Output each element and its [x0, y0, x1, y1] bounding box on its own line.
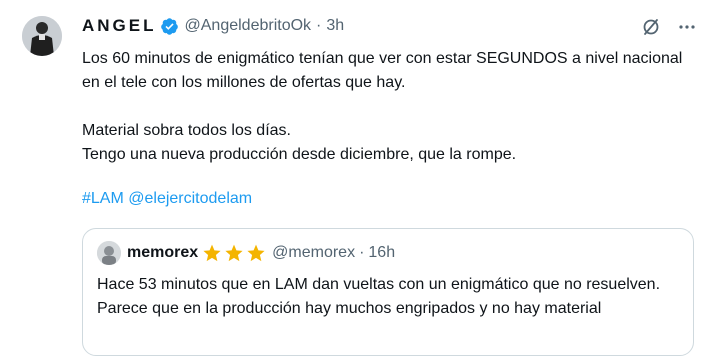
star-icon: [225, 244, 243, 262]
tweet-tags: #LAM @elejercitodelam: [82, 187, 252, 211]
tweet[interactable]: ANGEL @AngeldebritoOk · 3h Los 60 minuto…: [0, 0, 720, 363]
quoted-tweet-text: Hace 53 minutos que en LAM dan vueltas c…: [97, 273, 681, 321]
tweet-header: ANGEL @AngeldebritoOk · 3h: [82, 14, 344, 38]
hashtag-link[interactable]: #LAM: [82, 190, 124, 207]
verified-badge-icon: [160, 17, 178, 35]
grok-icon[interactable]: [640, 16, 662, 38]
quoted-paragraph: Hace 53 minutos que en LAM dan vueltas c…: [97, 276, 661, 293]
person-avatar-icon: [22, 16, 62, 56]
author-avatar[interactable]: [22, 16, 62, 56]
tweet-text: Los 60 minutos de enigmático tenían que …: [82, 47, 702, 167]
quoted-paragraph: Parece que en la producción hay muchos e…: [97, 300, 602, 317]
author-handle[interactable]: @AngeldebritoOk: [185, 17, 312, 35]
tweet-timestamp[interactable]: 3h: [326, 17, 344, 35]
tweet-paragraph: Material sobra todos los días.: [82, 122, 291, 139]
quoted-display-name[interactable]: memorex: [127, 244, 198, 262]
tweet-paragraph: Tengo una nueva producción desde diciemb…: [82, 146, 517, 163]
quoted-tweet[interactable]: memorex @memorex · 16h Hace 53 minutos q…: [82, 228, 694, 356]
quoted-handle[interactable]: @memorex: [272, 244, 355, 262]
star-rating: [202, 243, 266, 263]
author-display-name[interactable]: ANGEL: [82, 16, 157, 36]
separator-dot: ·: [359, 244, 365, 261]
separator-dot: ·: [316, 17, 322, 34]
quoted-timestamp[interactable]: 16h: [368, 244, 395, 262]
mention-link[interactable]: @elejercitodelam: [128, 190, 252, 207]
quoted-tweet-header: memorex @memorex · 16h: [97, 241, 395, 265]
quoted-author-avatar[interactable]: [97, 241, 121, 265]
tweet-paragraph: Los 60 minutos de enigmático tenían que …: [82, 50, 683, 91]
quoted-avatar-icon: [97, 241, 121, 265]
star-icon: [203, 244, 221, 262]
star-icon: [247, 244, 265, 262]
tweet-actions: [640, 16, 698, 38]
more-options-icon[interactable]: [676, 16, 698, 38]
